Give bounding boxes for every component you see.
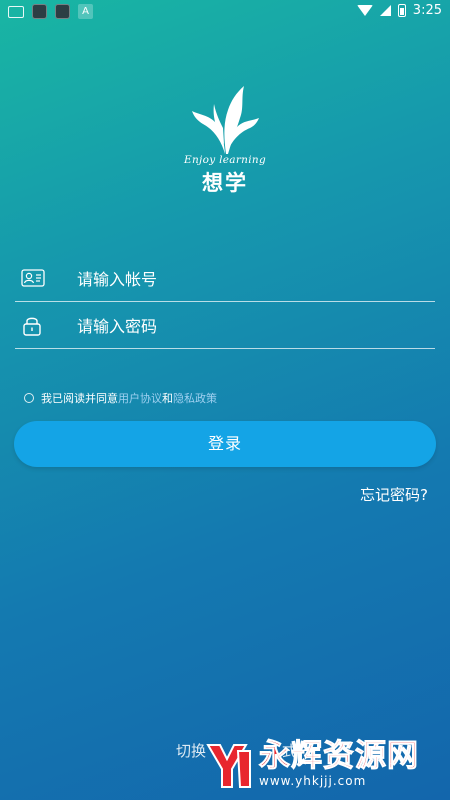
signal-icon [379, 5, 391, 16]
password-field[interactable] [15, 302, 435, 349]
watermark-title: 永辉资源网 [259, 738, 419, 774]
watermark-url: www.yhkjjj.com [259, 774, 367, 788]
battery-icon [397, 4, 406, 17]
keyboard-icon [8, 5, 24, 18]
privacy-policy-link[interactable]: 隐私政策 [173, 390, 217, 406]
forgot-password-link[interactable]: 忘记密码? [360, 484, 428, 505]
leaf-wings-icon [192, 86, 259, 154]
a-notification-icon: A [78, 4, 93, 19]
app-notification-icon [32, 4, 47, 19]
status-bar-left: A [8, 4, 93, 19]
id-card-icon [21, 269, 45, 291]
agreement-prefix: 我已阅读并同意 [41, 392, 118, 405]
watermark-logo-icon [206, 743, 251, 788]
status-bar: A 3:25 [0, 0, 450, 24]
password-input[interactable] [75, 310, 419, 342]
watermark: 永辉资源网 www.yhkjjj.com [200, 734, 419, 794]
status-time: 3:25 [412, 3, 442, 18]
lock-icon [21, 314, 43, 340]
status-bar-right: 3:25 [356, 3, 442, 18]
agreement-row: 我已阅读并同意 用户协议和隐私政策 [24, 390, 217, 406]
app-notification-icon-2 [55, 4, 70, 19]
wifi-icon [356, 5, 373, 16]
login-button[interactable]: 登录 [14, 421, 436, 467]
logo-slogan: Enjoy learning [184, 154, 266, 166]
account-field[interactable] [15, 255, 435, 302]
agreement-and: 和 [162, 392, 173, 405]
user-agreement-link[interactable]: 用户协议 [118, 390, 162, 406]
logo-title: 想学 [202, 170, 248, 195]
app-logo: Enjoy learning 想学 [180, 84, 270, 214]
agreement-checkbox[interactable] [24, 393, 34, 403]
account-input[interactable] [75, 263, 419, 295]
